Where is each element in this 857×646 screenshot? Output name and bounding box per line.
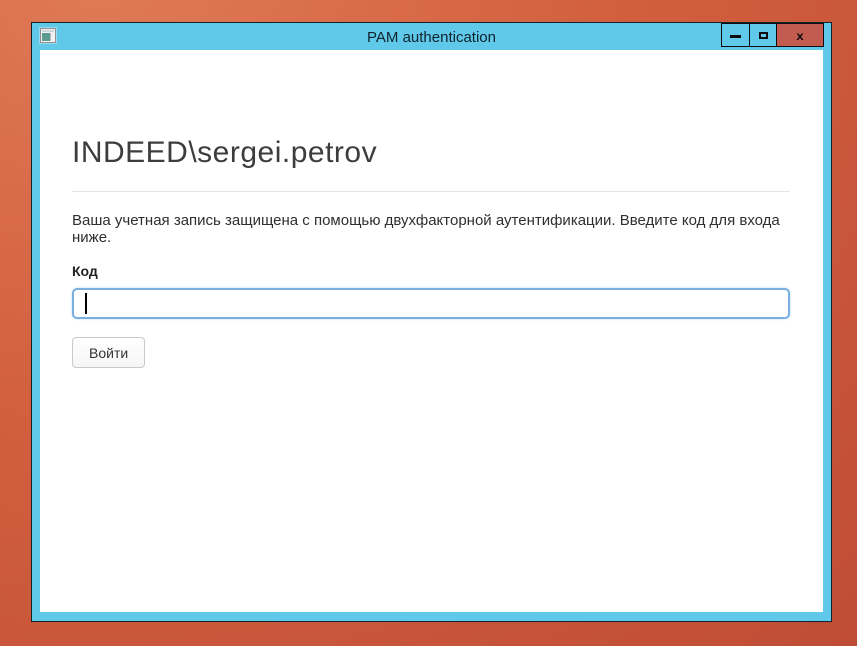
titlebar[interactable]: PAM authentication x	[32, 23, 831, 50]
minimize-button[interactable]	[722, 24, 749, 46]
maximize-button[interactable]	[749, 24, 776, 46]
divider	[72, 191, 790, 192]
code-input[interactable]	[72, 288, 790, 319]
window-title: PAM authentication	[32, 23, 831, 50]
text-caret	[85, 293, 87, 314]
code-input-wrapper	[72, 288, 790, 319]
two-factor-description: Ваша учетная запись защищена с помощью д…	[72, 212, 790, 246]
close-button[interactable]: x	[776, 24, 823, 46]
login-button[interactable]: Войти	[72, 337, 145, 368]
pam-authentication-window: PAM authentication x INDEED\sergei.petro…	[31, 22, 832, 622]
code-label: Код	[72, 263, 790, 279]
auth-form: INDEED\sergei.petrov Ваша учетная запись…	[40, 50, 823, 368]
window-controls: x	[721, 23, 824, 47]
client-area: INDEED\sergei.petrov Ваша учетная запись…	[40, 50, 823, 612]
minimize-icon	[730, 35, 741, 38]
close-icon: x	[796, 29, 803, 41]
desktop-background: PAM authentication x INDEED\sergei.petro…	[0, 0, 857, 646]
user-account-heading: INDEED\sergei.petrov	[72, 50, 790, 170]
maximize-icon	[759, 32, 768, 39]
